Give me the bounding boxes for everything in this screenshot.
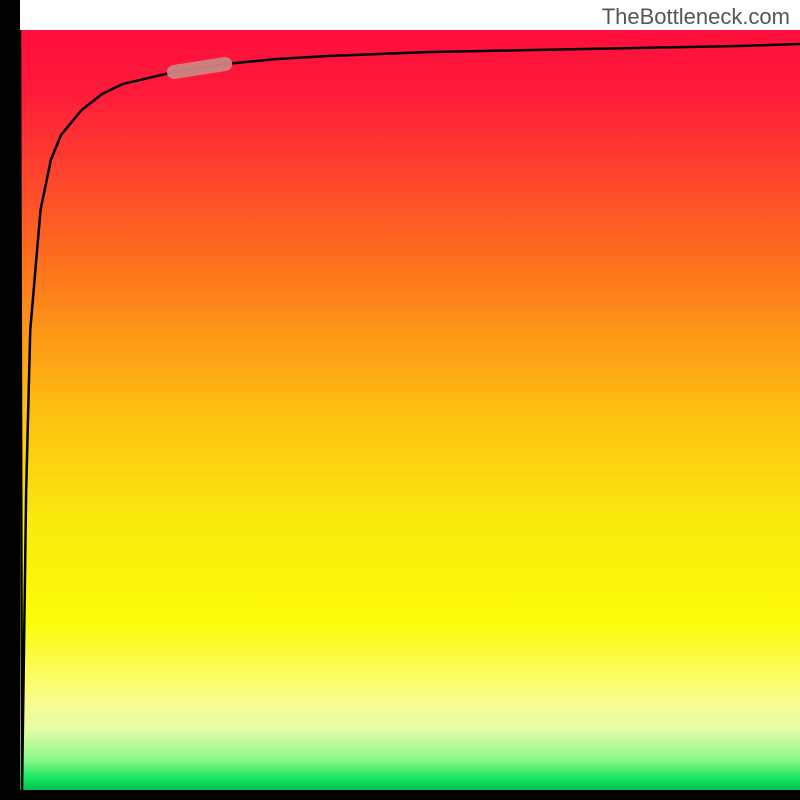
bottom-margin	[0, 790, 800, 800]
watermark-text: TheBottleneck.com	[602, 4, 790, 30]
chart-canvas	[0, 0, 800, 800]
bottleneck-chart: TheBottleneck.com	[0, 0, 800, 800]
highlight-segment	[174, 64, 225, 72]
gradient-background	[0, 30, 800, 790]
left-margin	[0, 0, 20, 800]
